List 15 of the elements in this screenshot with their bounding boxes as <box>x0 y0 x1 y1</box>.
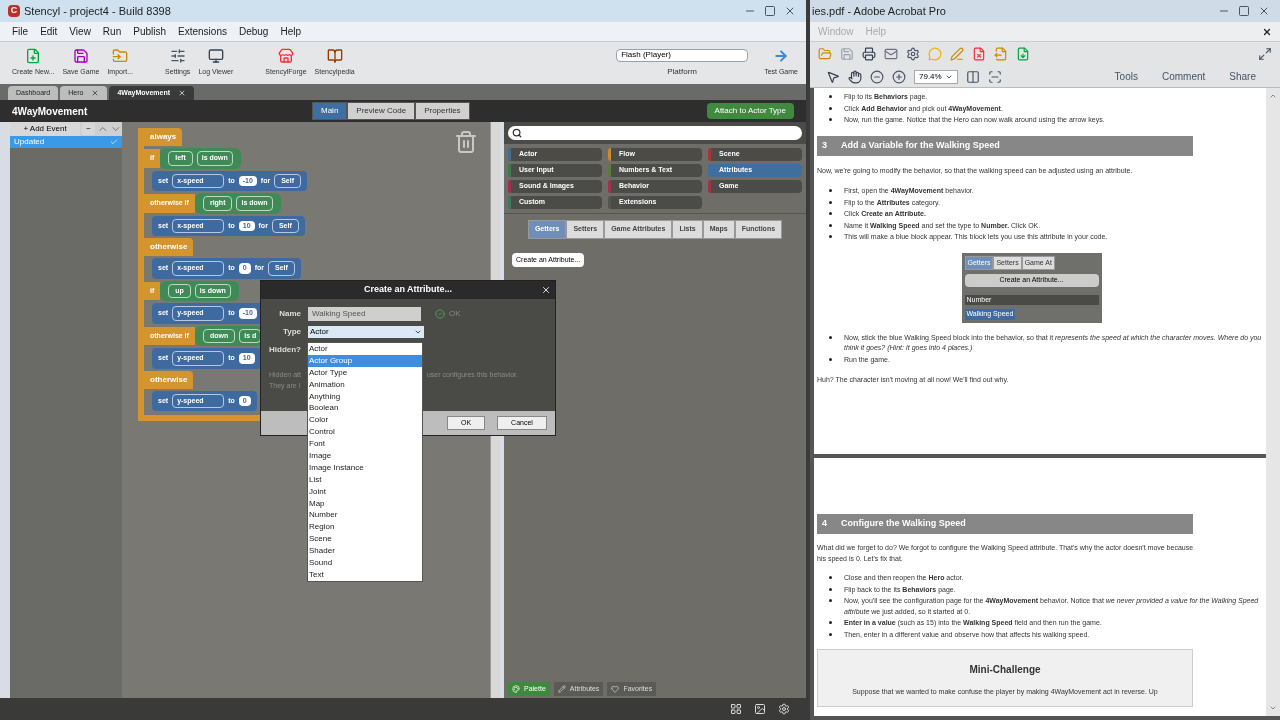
section-heading: 3 Add a Variable for the Walking Speed <box>817 135 1193 156</box>
block-label: otherwise <box>144 238 194 256</box>
block-label: always <box>144 128 183 146</box>
field-label: Hidden? <box>269 344 301 356</box>
window-title: ies.pdf - Adobe Acrobat Pro <box>812 3 946 19</box>
behavior-title: 4WayMovement <box>12 104 89 119</box>
block-label: otherwise <box>144 370 194 389</box>
app-logo: C <box>8 5 20 17</box>
dialog-title: Create an Attribute... <box>363 283 453 297</box>
platform-label: Platform <box>667 65 698 78</box>
section-heading: 4 Configure the Walking Speed <box>817 514 1193 534</box>
box-title: Mini-Challenge <box>969 663 1041 677</box>
field-label: Name <box>278 308 301 320</box>
window-title: Stencyl - project4 - Build 8398 <box>24 3 171 19</box>
field-label: Type <box>281 326 301 338</box>
